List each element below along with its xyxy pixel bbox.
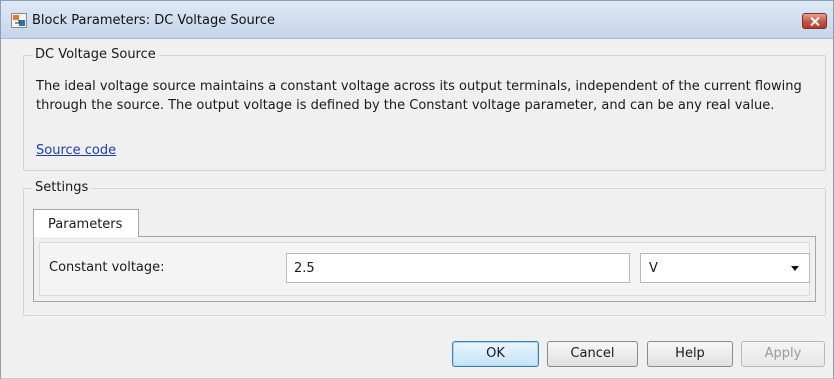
close-button[interactable] [802, 13, 827, 29]
tab-parameters-label: Parameters [48, 217, 123, 232]
apply-button[interactable]: Apply [741, 341, 825, 367]
cancel-button[interactable]: Cancel [547, 341, 638, 367]
title-bar[interactable]: Block Parameters: DC Voltage Source [1, 1, 833, 39]
voltage-unit-select[interactable]: V [640, 253, 810, 283]
source-code-link[interactable]: Source code [36, 143, 116, 158]
constant-voltage-label: Constant voltage: [49, 260, 165, 275]
help-button[interactable]: Help [647, 341, 733, 367]
block-description: The ideal voltage source maintains a con… [36, 79, 802, 113]
chevron-down-icon [791, 266, 799, 271]
voltage-unit-value: V [649, 261, 658, 276]
settings-group-label: Settings [32, 180, 92, 195]
tab-parameters[interactable]: Parameters [33, 209, 139, 237]
window-title: Block Parameters: DC Voltage Source [32, 13, 275, 28]
simulink-block-icon [11, 13, 27, 28]
ok-button[interactable]: OK [452, 341, 539, 367]
block-parameters-dialog: Block Parameters: DC Voltage Source DC V… [0, 0, 834, 379]
description-group-label: DC Voltage Source [32, 47, 159, 62]
close-icon [810, 17, 820, 26]
constant-voltage-input[interactable] [286, 253, 630, 283]
